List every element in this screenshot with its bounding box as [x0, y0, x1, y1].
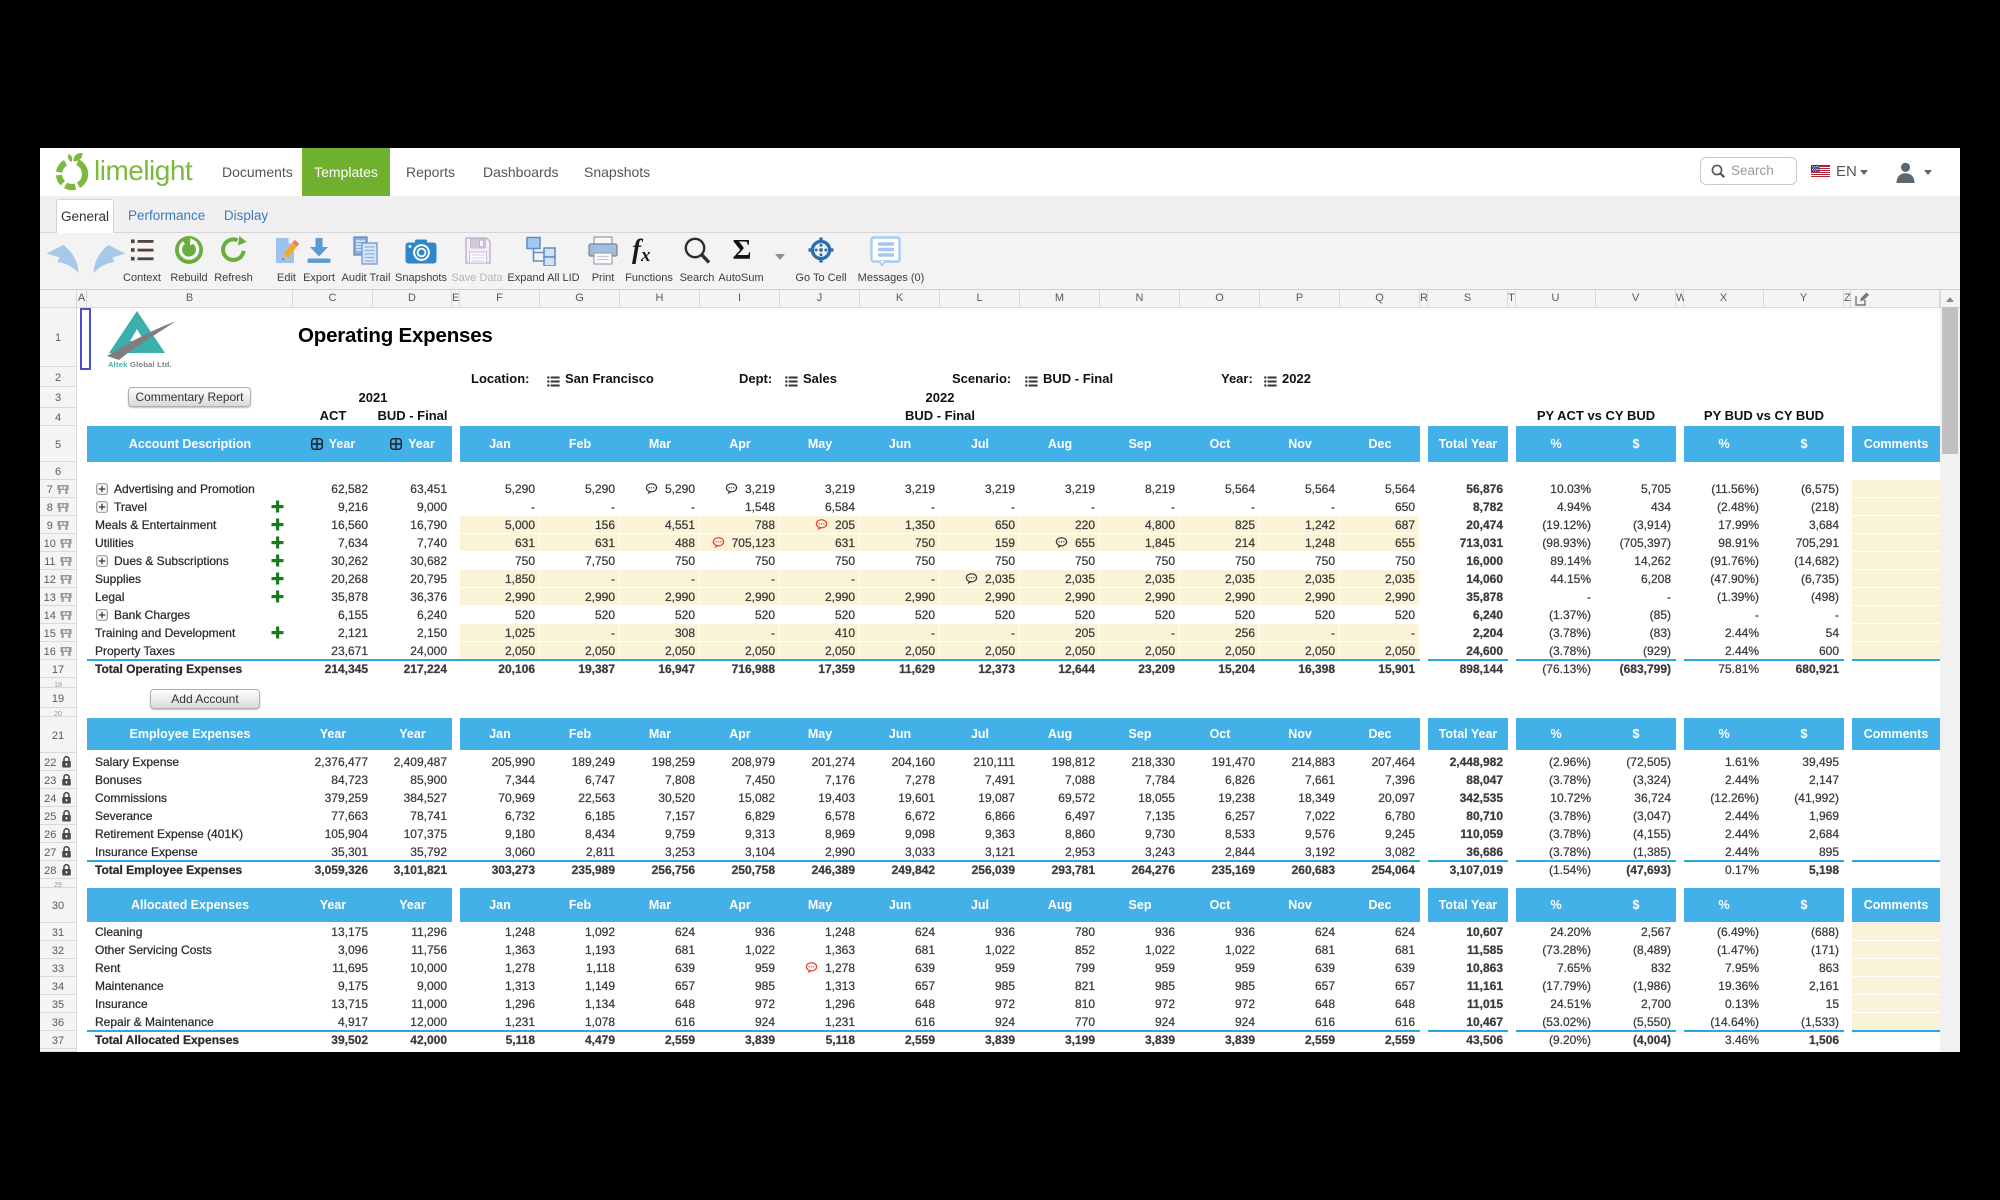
svg-text:Altek: Altek	[108, 360, 128, 369]
svg-text:Global Ltd.: Global Ltd.	[130, 360, 172, 369]
